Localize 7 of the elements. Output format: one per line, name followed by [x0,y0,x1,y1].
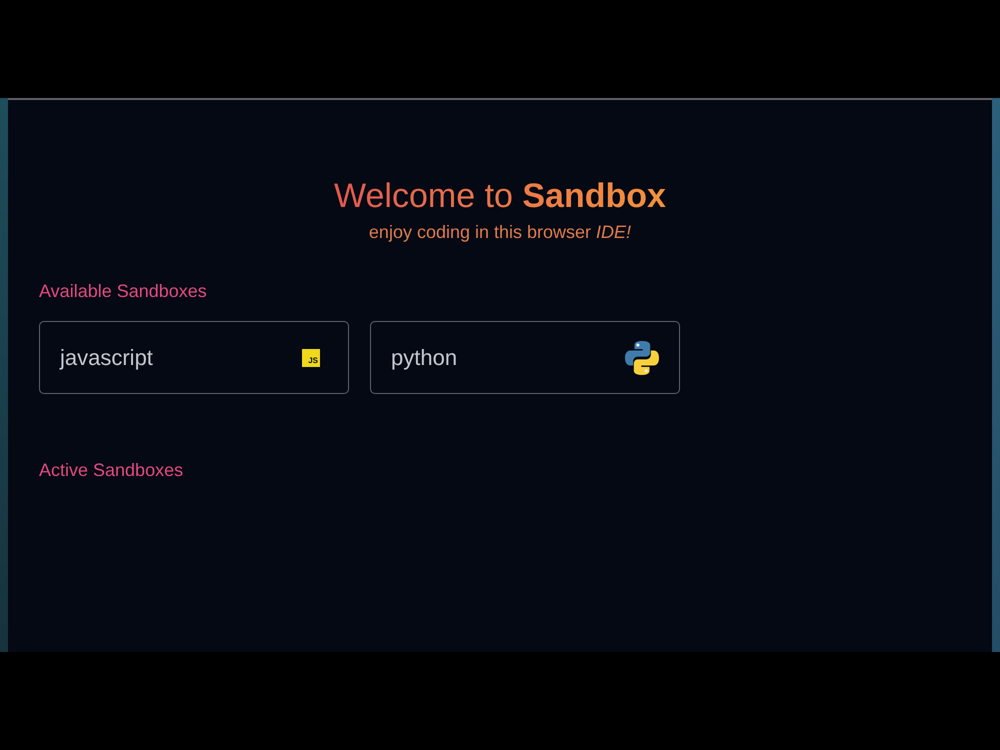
section-heading: Available Sandboxes [39,280,208,303]
sandbox-card[interactable]: javascript JS [39,321,349,394]
sandbox-card[interactable]: python [370,321,680,394]
welcome-subtitle: enjoy coding in this browser IDE! [368,221,632,244]
language-badge: JS [302,348,320,366]
section-heading: Active Sandboxes [39,459,184,482]
snake-logo-icon [625,340,659,374]
